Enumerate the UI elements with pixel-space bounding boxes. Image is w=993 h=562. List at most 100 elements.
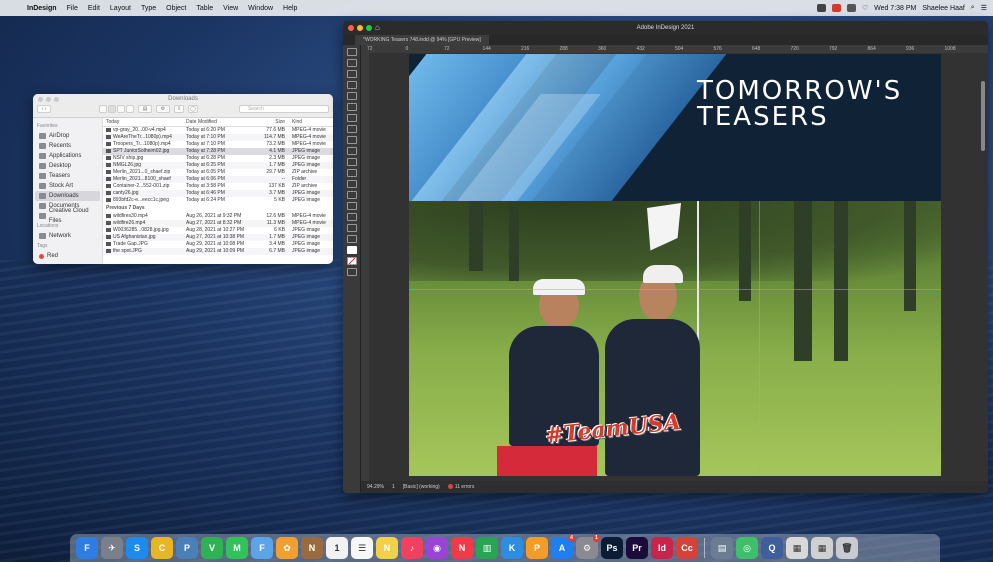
menu-type[interactable]: Type bbox=[141, 5, 156, 12]
file-row[interactable]: vp-gray_20...00-v4.mp4 Today at 6:20 PM 77… bbox=[103, 127, 333, 134]
file-row[interactable]: Troopers_Tr...1080p).mp4 Today at 7:10 PM… bbox=[103, 141, 333, 148]
rectangle-tool-icon[interactable] bbox=[347, 158, 357, 166]
menu-edit[interactable]: Edit bbox=[88, 5, 100, 12]
stickies-icon[interactable]: N bbox=[376, 537, 398, 559]
quicktime-icon[interactable]: Q bbox=[761, 537, 783, 559]
dropbox-status-icon[interactable] bbox=[846, 4, 856, 12]
sidebar-item-airdrop[interactable]: AirDrop bbox=[33, 131, 102, 141]
menubar-user[interactable]: Shaelee Haaf bbox=[922, 5, 964, 12]
photos-icon[interactable]: ✿ bbox=[276, 537, 298, 559]
file-row[interactable]: SPT JuniorSolheim02.jpg Today at 7:28 PM 4… bbox=[103, 148, 333, 155]
indesign-icon[interactable]: Id bbox=[651, 537, 673, 559]
gap-tool-icon[interactable] bbox=[347, 81, 357, 89]
column-date[interactable]: Date Modified bbox=[183, 118, 253, 126]
sidebar-item-stock-art[interactable]: Stock Art bbox=[33, 181, 102, 191]
menu-help[interactable]: Help bbox=[283, 5, 297, 12]
file-row[interactable]: the spot.JPG Aug 29, 2021 at 10:09 PM 6.7 … bbox=[103, 248, 333, 255]
reminders-icon[interactable]: ☰ bbox=[351, 537, 373, 559]
vertical-scrollbar[interactable] bbox=[981, 81, 985, 151]
file-row[interactable]: canty26.jpg Today at 6:46 PM 3.7 MB JPEG im… bbox=[103, 190, 333, 197]
sidebar-item-network[interactable]: Network bbox=[33, 231, 102, 241]
file-row[interactable]: US Afghanistan.jpg Aug 27, 2021 at 10:38 … bbox=[103, 234, 333, 241]
page-tool-icon[interactable] bbox=[347, 70, 357, 78]
numbers-icon[interactable]: ▥ bbox=[476, 537, 498, 559]
music-icon[interactable]: ♪ bbox=[401, 537, 423, 559]
stroke-swatch-icon[interactable] bbox=[347, 257, 357, 265]
preview-icon[interactable]: P bbox=[176, 537, 198, 559]
file-row[interactable]: wildfire26.mp4 Aug 27, 2021 at 8:32 PM 11.… bbox=[103, 220, 333, 227]
back-forward-button[interactable]: ‹ › bbox=[37, 105, 51, 113]
gallery-view-icon[interactable] bbox=[126, 105, 134, 113]
tag-icon[interactable]: ◯ bbox=[188, 105, 198, 113]
file-row[interactable]: Merlin_2021...0_shaef.zip Today at 6:05 P… bbox=[103, 169, 333, 176]
chrome-icon[interactable]: C bbox=[151, 537, 173, 559]
launchpad-icon[interactable]: ✈ bbox=[101, 537, 123, 559]
free-transform-tool-icon[interactable] bbox=[347, 180, 357, 188]
menu-object[interactable]: Object bbox=[166, 5, 186, 12]
file-row[interactable]: W0036285...0828.jpg.jpg Aug 28, 2021 at 1… bbox=[103, 227, 333, 234]
sidebar-tag-red[interactable]: Red bbox=[33, 251, 102, 261]
menu-table[interactable]: Table bbox=[196, 5, 213, 12]
gradient-tool-icon[interactable] bbox=[347, 191, 357, 199]
file-row[interactable]: Trade Gap.JPG Aug 29, 2021 at 10:08 PM 3.4… bbox=[103, 241, 333, 248]
sidebar-item-applications[interactable]: Applications bbox=[33, 151, 102, 161]
pen-tool-icon[interactable] bbox=[347, 125, 357, 133]
podcasts-icon[interactable]: ◉ bbox=[426, 537, 448, 559]
column-view-icon[interactable] bbox=[117, 105, 125, 113]
scissors-tool-icon[interactable] bbox=[347, 169, 357, 177]
finder-search-input[interactable]: Search bbox=[239, 105, 329, 113]
pages-icon[interactable]: P bbox=[526, 537, 548, 559]
type-tool-icon[interactable] bbox=[347, 103, 357, 111]
menu-app-name[interactable]: InDesign bbox=[27, 5, 57, 12]
golfers-photo[interactable]: #TeamUSA bbox=[409, 201, 941, 476]
sidebar-item-recents[interactable]: Recents bbox=[33, 141, 102, 151]
heart-icon[interactable]: ♡ bbox=[862, 4, 868, 12]
menu-layout[interactable]: Layout bbox=[110, 5, 131, 12]
line-tool-icon[interactable] bbox=[347, 114, 357, 122]
content-collector-icon[interactable] bbox=[347, 92, 357, 100]
image-capture-icon[interactable]: ▤ bbox=[711, 537, 733, 559]
file-row[interactable]: wildfires30.mp4 Aug 26, 2021 at 9:32 PM 12… bbox=[103, 213, 333, 220]
pencil-tool-icon[interactable] bbox=[347, 136, 357, 144]
page-number[interactable]: 1 bbox=[392, 481, 395, 493]
downloads-stack-icon[interactable]: ▦ bbox=[786, 537, 808, 559]
zoom-level[interactable]: 94.29% bbox=[367, 481, 384, 493]
direct-selection-tool-icon[interactable] bbox=[347, 59, 357, 67]
messages-icon[interactable]: M bbox=[226, 537, 248, 559]
documents-stack-icon[interactable]: ▦ bbox=[811, 537, 833, 559]
menubar-clock[interactable]: Wed 7:38 PM bbox=[874, 5, 916, 12]
finder-alt-icon[interactable]: F bbox=[251, 537, 273, 559]
file-row[interactable]: Merlin_2021...8100_shaef Today at 6:06 PM… bbox=[103, 176, 333, 183]
calendar-icon[interactable]: 1 bbox=[326, 537, 348, 559]
note-tool-icon[interactable] bbox=[347, 202, 357, 210]
maps-icon[interactable]: ◎ bbox=[736, 537, 758, 559]
menu-window[interactable]: Window bbox=[248, 5, 273, 12]
group-by-button[interactable]: ▤ bbox=[138, 105, 152, 113]
zoom-tool-icon[interactable] bbox=[347, 235, 357, 243]
facetime-icon[interactable]: V bbox=[201, 537, 223, 559]
file-row[interactable]: NMGL26.jpg Today at 6:25 PM 1.7 MB JPEG ima… bbox=[103, 162, 333, 169]
news-icon[interactable]: N bbox=[451, 537, 473, 559]
preflight-profile[interactable]: [Basic] (working) bbox=[403, 481, 440, 493]
menu-view[interactable]: View bbox=[223, 5, 238, 12]
share-icon[interactable]: ⇪ bbox=[174, 105, 184, 113]
system-preferences-icon[interactable]: ⚙ 1 bbox=[576, 535, 600, 559]
app-store-icon[interactable]: A4 bbox=[551, 535, 575, 559]
list-view-icon[interactable] bbox=[108, 105, 116, 113]
icon-view-icon[interactable] bbox=[99, 105, 107, 113]
document-page[interactable]: TOMORROW'S TEASERS #TeamUSA bbox=[409, 54, 941, 476]
menu-file[interactable]: File bbox=[67, 5, 78, 12]
preflight-errors[interactable]: 11 errors bbox=[447, 481, 474, 493]
notes-brown-icon[interactable]: N bbox=[301, 537, 323, 559]
creative-cloud-status-icon[interactable] bbox=[831, 4, 841, 12]
file-row[interactable]: 893bfd2c-e...eecc1c.jpeg Today at 6:24 PM… bbox=[103, 197, 333, 204]
rectangle-frame-tool-icon[interactable] bbox=[347, 147, 357, 155]
creative-cloud-icon[interactable]: Cc bbox=[676, 537, 698, 559]
fill-swatch-icon[interactable] bbox=[347, 246, 357, 254]
trash-icon[interactable]: 🗑 bbox=[836, 537, 858, 559]
photoshop-icon[interactable]: Ps bbox=[601, 537, 623, 559]
file-row[interactable]: WeAreTheTr...1080p).mp4 Today at 7:10 PM 1… bbox=[103, 134, 333, 141]
control-center-icon[interactable]: ☰ bbox=[981, 4, 987, 12]
spotlight-search-icon[interactable]: ⌕ bbox=[971, 4, 975, 12]
finder-icon[interactable]: F bbox=[76, 537, 98, 559]
